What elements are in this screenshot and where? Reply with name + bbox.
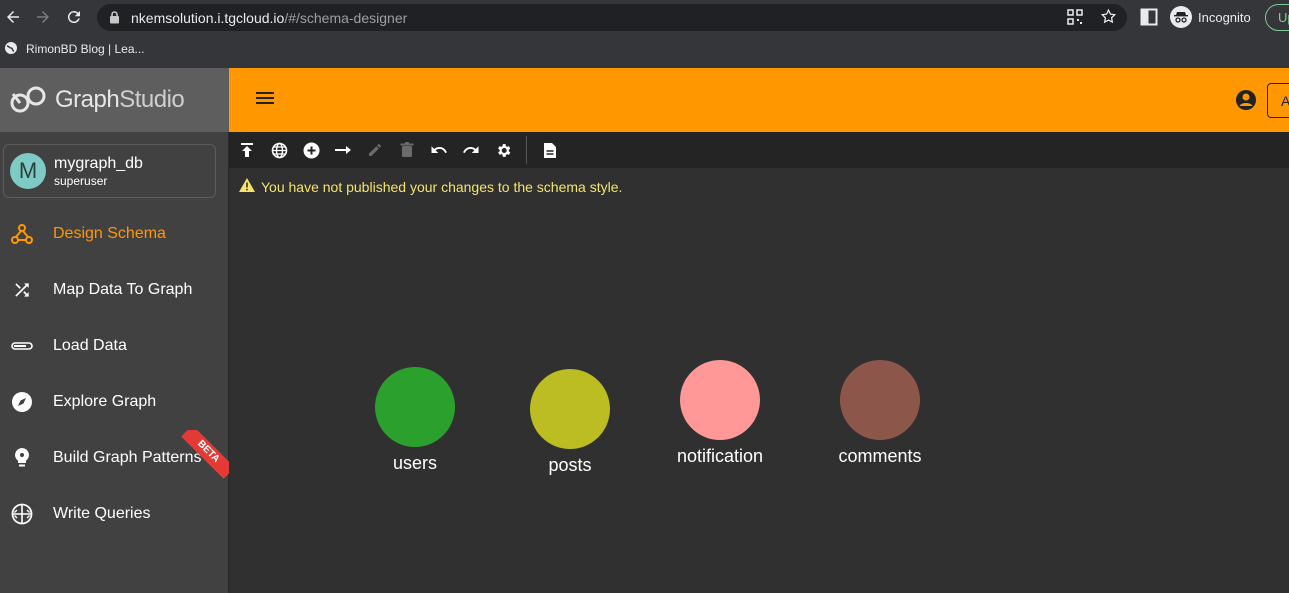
vertex-users[interactable]: [375, 367, 455, 447]
vertex-notification[interactable]: [680, 360, 760, 440]
globe-icon[interactable]: [269, 140, 289, 160]
lock-icon: [109, 11, 120, 29]
vertex-label: posts: [548, 455, 592, 475]
graphstudio-logo[interactable]: GraphStudio: [0, 68, 229, 132]
user-name: mygraph_db: [54, 154, 143, 172]
add-vertex-icon[interactable]: [301, 140, 321, 160]
user-role: superuser: [54, 173, 108, 188]
redo-icon[interactable]: [461, 140, 481, 160]
sidebar-item-label: Design Schema: [53, 225, 166, 242]
code-globe-icon: [10, 503, 33, 526]
sidebar-item-label: Write Queries: [53, 505, 151, 522]
publish-icon[interactable]: [237, 140, 257, 160]
bookmark-bar: RimonBD Blog | Lea...: [0, 36, 145, 62]
logo-text: GraphStudio: [55, 86, 185, 113]
delete-icon: [397, 140, 417, 160]
incognito-profile[interactable]: Incognito: [1170, 5, 1251, 29]
menu-icon[interactable]: [255, 90, 275, 111]
reload-icon[interactable]: [63, 6, 85, 28]
sidebar-item-load-data[interactable]: Load Data: [0, 318, 229, 374]
graphstudio-logo-icon: [10, 86, 46, 113]
lightbulb-icon: [10, 447, 33, 470]
user-card[interactable]: M mygraph_db superuser: [3, 144, 216, 198]
schema-canvas[interactable]: users posts notification comments: [229, 200, 1289, 593]
browser-chrome: nkemsolution.i.tgcloud.io/#/schema-desig…: [0, 0, 1289, 68]
schema-toolbar: [229, 132, 1289, 168]
toolbar-divider: [526, 136, 527, 164]
bookmark-item[interactable]: RimonBD Blog | Lea...: [26, 42, 145, 56]
sidebar-item-design-schema[interactable]: Design Schema: [0, 206, 229, 262]
browser-nav-row: nkemsolution.i.tgcloud.io/#/schema-desig…: [0, 0, 1289, 34]
add-edge-icon[interactable]: [333, 140, 353, 160]
avatar: M: [10, 153, 46, 189]
warning-message: You have not published your changes to t…: [261, 178, 623, 195]
schema-icon: [10, 223, 33, 246]
settings-icon[interactable]: [493, 140, 513, 160]
warning-icon: [239, 178, 255, 195]
sidebar-item-build-graph-patterns[interactable]: Build Graph Patterns BETA: [0, 430, 229, 486]
sidebar-item-label: Explore Graph: [53, 393, 157, 410]
incognito-icon: [1170, 6, 1192, 28]
beta-badge: BETA: [181, 430, 229, 479]
unpublished-warning: You have not published your changes to t…: [239, 178, 622, 195]
sidebar-item-label: Load Data: [53, 337, 127, 354]
sidebar-item-map-data[interactable]: Map Data To Graph: [0, 262, 229, 318]
shuffle-icon: [10, 279, 33, 302]
url-text: nkemsolution.i.tgcloud.io/#/schema-desig…: [131, 10, 408, 26]
qr-code-icon[interactable]: [1067, 9, 1083, 30]
vertex-posts[interactable]: [530, 369, 610, 449]
account-icon[interactable]: [1235, 89, 1257, 116]
vertex-label: notification: [676, 446, 764, 466]
sidebar-item-write-queries[interactable]: Write Queries: [0, 486, 229, 542]
incognito-label: Incognito: [1198, 9, 1251, 25]
document-icon[interactable]: [540, 140, 560, 160]
app-header: A: [229, 68, 1289, 132]
progress-bar-icon: [10, 335, 33, 358]
sidebar-item-label: Map Data To Graph: [53, 281, 193, 298]
update-button[interactable]: Up: [1265, 4, 1289, 31]
vertex-comments[interactable]: [840, 360, 920, 440]
globe-icon: [4, 41, 18, 58]
vertex-label: users: [392, 453, 437, 473]
undo-icon[interactable]: [429, 140, 449, 160]
compass-icon: [10, 391, 33, 414]
account-button[interactable]: A: [1267, 83, 1289, 118]
sidebar: GraphStudio M mygraph_db superuser Desig…: [0, 68, 229, 593]
forward-icon[interactable]: [32, 6, 54, 28]
beta-ribbon: BETA: [170, 430, 229, 486]
vertex-label: comments: [838, 446, 922, 466]
sidebar-item-explore-graph[interactable]: Explore Graph: [0, 374, 229, 430]
edit-icon: [365, 140, 385, 160]
star-icon[interactable]: [1100, 8, 1117, 30]
back-icon[interactable]: [2, 6, 24, 28]
side-panel-icon[interactable]: [1140, 8, 1158, 31]
address-bar[interactable]: nkemsolution.i.tgcloud.io/#/schema-desig…: [97, 4, 1127, 31]
